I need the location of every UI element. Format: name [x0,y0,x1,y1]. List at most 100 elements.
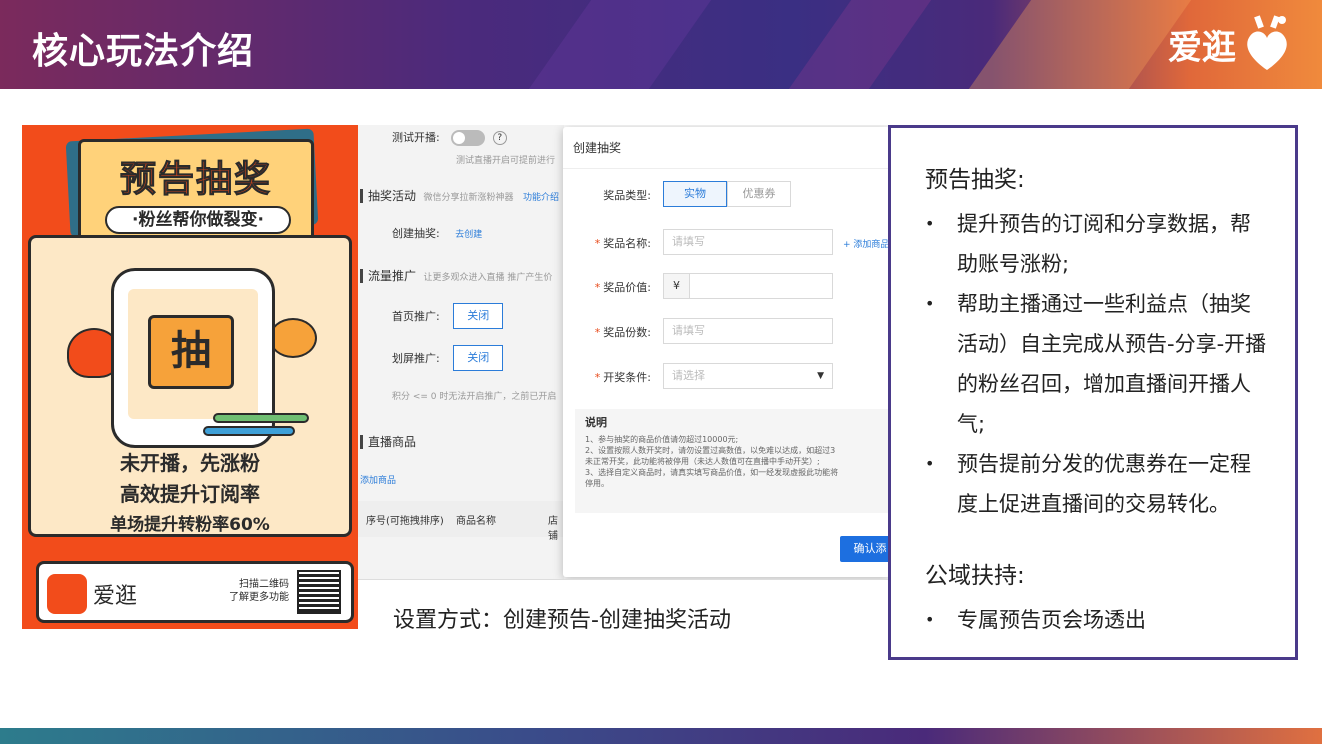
create-lottery-row: 创建抽奖: 去创建 [392,225,482,241]
col-store: 店铺 [548,516,558,542]
screen-promo-label: 划屏推广: [392,352,440,365]
product-table-header: 序号(可拖拽排序) 商品名称 店铺 [358,501,564,542]
decor-bar [203,426,295,436]
admin-screenshot: 测试开播: ? 测试直播开启可提前进行 抽奖活动 微信分享拉新涨粉神器 功能介绍… [358,125,890,580]
poster-footer: 爱逛 扫描二维码 了解更多功能 [36,561,354,623]
prize-type-physical[interactable]: 实物 [663,181,727,207]
col-seq: 序号(可拖拽排序) [366,516,444,527]
traffic-hint: 让更多观众进入直播 推广产生价 [423,273,553,283]
currency-prefix: ¥ [664,274,690,298]
feature-description-panel: 预告抽奖: 提升预告的订阅和分享数据，帮助账号涨粉; 帮助主播通过一些利益点（抽… [888,125,1298,660]
prize-value-input[interactable]: ¥ [663,273,833,299]
lottery-ticket-icon: 抽 [148,315,234,389]
instruction-line: 未正常开奖，此功能将被停用（未达人数值可在直播中手动开奖）; [585,457,820,466]
benefit-item: 帮助主播通过一些利益点（抽奖活动）自主完成从预告-分享-开播的粉丝召回，增加直播… [925,284,1267,444]
lottery-section-row: 抽奖活动 微信分享拉新涨粉神器 功能介绍 [360,187,559,204]
draw-condition-label-text: 开奖条件: [603,371,651,384]
prize-name-label: * 奖品名称: [594,237,651,250]
heart-logo-icon [1247,15,1287,70]
home-promo-label: 首页推广: [392,310,440,323]
poster-line: 单场提升转粉率60% [110,515,270,535]
brand-logo: 爱逛 [1168,14,1292,74]
instruction-line: 1、参与抽奖的商品价值请勿超过10000元; [585,435,739,444]
modal-title: 创建抽奖 [563,127,890,169]
poster-headline: 预告抽奖 [119,159,272,201]
chevron-down-icon: ▼ [817,371,824,381]
scan-hint: 扫描二维码 了解更多功能 [229,578,289,604]
poster-line: 高效提升订阅率 [120,482,260,506]
benefit-item: 预告提前分发的优惠券在一定程度上促进直播间的交易转化。 [925,444,1267,524]
lottery-section-hint: 微信分享拉新涨粉神器 [423,193,514,203]
scan-line: 了解更多功能 [229,592,289,603]
brand-logo-text: 爱逛 [1168,27,1236,68]
scan-line: 扫描二维码 [239,579,289,590]
prize-name-input[interactable]: 请填写 [663,229,833,255]
app-logo-icon [47,574,87,614]
prize-type-coupon[interactable]: 优惠券 [727,181,791,207]
poster-line: 未开播，先涨粉 [120,451,260,475]
draw-condition-label: * 开奖条件: [594,371,651,384]
test-live-hint: 测试直播开启可提前进行 [456,156,556,166]
prize-type-label: 奖品类型: [603,189,651,202]
prize-count-input[interactable]: 请填写 [663,318,833,344]
lottery-benefits-list: 提升预告的订阅和分享数据，帮助账号涨粉; 帮助主播通过一些利益点（抽奖活动）自主… [925,204,1267,524]
setup-caption: 设置方式：创建预告-创建抽奖活动 [393,608,731,633]
instruction-line: 停用。 [585,479,609,488]
products-section-title: 直播商品 [360,435,417,449]
add-product-modal-link[interactable]: + 添加商品 [843,237,889,250]
prize-count-label-text: 奖品份数: [603,326,651,339]
feature-intro-link[interactable]: 功能介绍 [523,193,559,203]
poster-card: 抽 未开播，先涨粉 高效提升订阅率 单场提升转粉率60% [28,235,352,537]
prize-value-label-text: 奖品价值: [603,281,651,294]
test-live-row: 测试开播: ? [392,129,507,146]
lottery-poster: 预告抽奖 ·粉丝帮你做裂变· 抽 未开播，先涨粉 高效提升订阅率 单场提升转粉率… [22,125,358,629]
decor-bar [213,413,309,423]
traffic-section-title: 流量推广 [360,269,417,283]
decor-stripe [968,0,1192,89]
home-promo-row: 首页推广: 关闭 [392,303,504,329]
qr-code-icon [297,570,341,614]
confirm-add-button[interactable]: 确认添 [840,536,890,562]
products-section-row: 直播商品 [360,433,417,450]
draw-condition-select[interactable]: 请选择 ▼ [663,363,833,389]
prize-value-label: * 奖品价值: [594,281,651,294]
draw-condition-placeholder: 请选择 [672,369,705,382]
panel-heading-support: 公域扶持: [925,563,1025,589]
screen-promo-row: 划屏推广: 关闭 [392,345,504,371]
support-list: 专属预告页会场透出 [925,600,1267,640]
test-live-label: 测试开播: [392,131,440,144]
poster-subtitle: ·粉丝帮你做裂变· [105,206,291,234]
poster-slogans: 未开播，先涨粉 高效提升订阅率 单场提升转粉率60% [31,448,349,541]
header-banner: 核心玩法介绍 爱逛 [0,0,1322,89]
instruction-line: 2、设置按照人数开奖时，请勿设置过高数值，以免难以达成，如超过3 [585,446,836,455]
decor-stripe [528,0,712,89]
poster-brand: 爱逛 [93,584,138,609]
points-hint: 积分 <= 0 时无法开启推广，之前已开启 [392,392,557,402]
page-title: 核心玩法介绍 [32,31,255,72]
poster-ticket: 预告抽奖 ·粉丝帮你做裂变· [78,139,314,243]
create-lottery-link[interactable]: 去创建 [455,230,482,240]
benefit-item: 提升预告的订阅和分享数据，帮助账号涨粉; [925,204,1267,284]
decor-stripe [788,0,932,89]
instructions-title: 说明 [585,416,607,429]
test-live-toggle[interactable] [451,130,486,146]
traffic-section-row: 流量推广 让更多观众进入直播 推广产生价 [360,267,552,284]
col-name: 商品名称 [456,516,496,527]
create-lottery-modal: 创建抽奖 奖品类型: 实物 优惠券 * 奖品名称: 请填写 + 添加商品 * 奖品价… [563,127,890,577]
lottery-section-title: 抽奖活动 [360,189,417,203]
footer-band [0,728,1322,744]
cloud-icon [269,318,317,358]
screen-promo-close-button[interactable]: 关闭 [453,345,504,371]
help-icon[interactable]: ? [492,131,507,145]
instruction-line: 3、选择自定义商品时，请真实填写商品价值，如一经发现虚报此功能将 [585,468,839,477]
home-promo-close-button[interactable]: 关闭 [453,303,504,329]
prize-count-label: * 奖品份数: [594,326,651,339]
prize-name-label-text: 奖品名称: [603,237,651,250]
prize-type-segment: 实物 优惠券 [663,181,791,207]
create-lottery-label: 创建抽奖: [392,227,440,240]
panel-heading-lottery: 预告抽奖: [925,167,1025,193]
add-product-link[interactable]: 添加商品 [360,473,396,486]
support-item: 专属预告页会场透出 [925,600,1267,640]
instructions-box: 说明 1、参与抽奖的商品价值请勿超过10000元; 2、设置按照人数开奖时，请勿… [575,409,890,513]
